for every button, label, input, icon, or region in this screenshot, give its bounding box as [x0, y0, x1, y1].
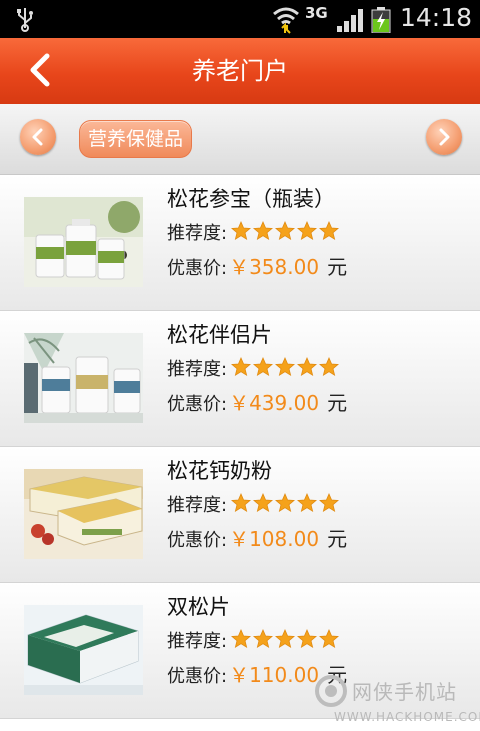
price-row: 优惠价: ￥110.00 元 [167, 659, 347, 688]
rating-row: 推荐度: [167, 627, 341, 654]
price-unit: 元 [327, 255, 348, 279]
status-time: 14:18 [400, 3, 473, 32]
price-value: ￥358.00 [229, 255, 320, 279]
star-icon [319, 220, 340, 241]
prev-category-button[interactable] [20, 119, 56, 155]
price-label: 优惠价: [167, 666, 228, 687]
price-label: 优惠价: [167, 394, 228, 415]
category-chip-active[interactable]: 营养保健品 [79, 120, 193, 158]
chevron-left-icon [32, 128, 43, 146]
star-icon [319, 492, 340, 513]
star-icon [297, 356, 318, 377]
star-icon [275, 628, 296, 649]
usb-icon [17, 8, 33, 32]
product-item[interactable]: 松花钙奶粉 推荐度: 优惠价: ￥108.00 元 [0, 447, 480, 583]
star-icon [253, 220, 274, 241]
product-image-bottles [24, 333, 143, 423]
rating-stars [231, 492, 341, 518]
star-icon [253, 628, 274, 649]
product-item[interactable]: 双松片 推荐度: 优惠价: ￥110.00 元 [0, 583, 480, 719]
product-item[interactable]: 松花伴侣片 推荐度: 优惠价: ￥439.00 元 [0, 311, 480, 447]
price-row: 优惠价: ￥439.00 元 [167, 387, 347, 416]
status-bar: 3G 14:18 [0, 0, 480, 38]
price-value: ￥110.00 [229, 663, 320, 687]
product-image-bottles [24, 197, 143, 287]
next-category-button[interactable] [426, 119, 462, 155]
product-list: 松花参宝（瓶装） 推荐度: 优惠价: ￥358.00 元 松花伴侣片 推荐度: 优惠 [0, 175, 480, 719]
rating-label: 推荐度: [167, 223, 228, 244]
star-icon [297, 492, 318, 513]
product-name: 松花参宝（瓶装） [167, 187, 335, 211]
star-icon [231, 220, 252, 241]
category-bar: 营养保健品 [0, 104, 480, 175]
rating-row: 推荐度: [167, 491, 341, 518]
title-bar: 养老门户 [0, 38, 480, 104]
product-image-boxes [24, 469, 143, 559]
price-label: 优惠价: [167, 530, 228, 551]
star-icon [275, 492, 296, 513]
rating-row: 推荐度: [167, 355, 341, 382]
price-unit: 元 [327, 527, 348, 551]
star-icon [275, 356, 296, 377]
price-row: 优惠价: ￥358.00 元 [167, 251, 347, 280]
star-icon [319, 356, 340, 377]
chevron-right-icon [439, 128, 450, 146]
star-icon [319, 628, 340, 649]
star-icon [231, 356, 252, 377]
back-button[interactable] [22, 50, 62, 90]
star-icon [253, 356, 274, 377]
rating-label: 推荐度: [167, 495, 228, 516]
rating-stars [231, 220, 341, 246]
star-icon [275, 220, 296, 241]
product-name: 松花伴侣片 [167, 323, 272, 347]
star-icon [253, 492, 274, 513]
battery-charging-icon [371, 7, 391, 33]
network-type: 3G [305, 4, 328, 22]
product-item[interactable]: 松花参宝（瓶装） 推荐度: 优惠价: ￥358.00 元 [0, 175, 480, 311]
rating-stars [231, 356, 341, 382]
product-name: 松花钙奶粉 [167, 459, 272, 483]
product-image-boxes [24, 605, 143, 695]
rating-label: 推荐度: [167, 359, 228, 380]
price-unit: 元 [327, 391, 348, 415]
rating-stars [231, 628, 341, 654]
product-name: 双松片 [167, 595, 230, 619]
price-value: ￥108.00 [229, 527, 320, 551]
price-unit: 元 [327, 663, 348, 687]
price-row: 优惠价: ￥108.00 元 [167, 523, 347, 552]
rating-row: 推荐度: [167, 219, 341, 246]
page-title: 养老门户 [192, 57, 288, 85]
price-value: ￥439.00 [229, 391, 320, 415]
star-icon [297, 220, 318, 241]
star-icon [231, 628, 252, 649]
star-icon [231, 492, 252, 513]
star-icon [297, 628, 318, 649]
wifi-icon [273, 7, 299, 34]
rating-label: 推荐度: [167, 631, 228, 652]
signal-icon [337, 9, 363, 32]
price-label: 优惠价: [167, 258, 228, 279]
